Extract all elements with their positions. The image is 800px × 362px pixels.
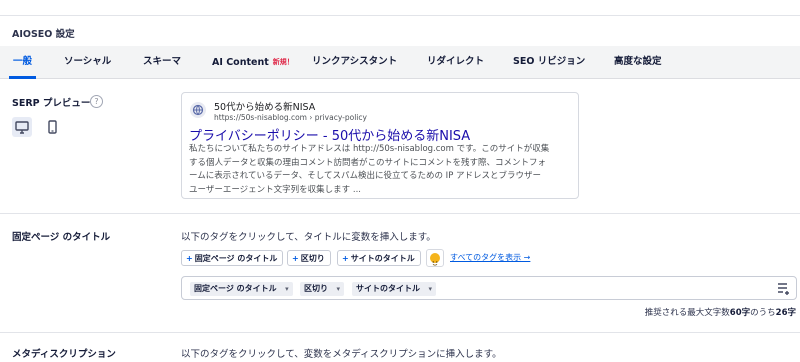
plus-icon: + xyxy=(186,254,193,263)
mobile-preview-button[interactable] xyxy=(42,117,62,137)
serp-desc-line: 私たちについて私たちのサイトアドレスは http://50s-nisablog.… xyxy=(189,144,550,154)
chevron-down-icon[interactable]: ▾ xyxy=(336,282,340,296)
serp-desc-line: ユーザーエージェント文字列を収集します ... xyxy=(189,184,361,195)
editor-tag-label: 区切り xyxy=(304,284,328,293)
mobile-icon xyxy=(48,120,57,134)
serp-preview-label: SERP プレビュー xyxy=(12,98,91,109)
tab-social[interactable]: ソーシャル xyxy=(64,46,111,78)
show-all-tags-link[interactable]: すべてのタグを表示 → xyxy=(450,252,530,263)
page-title-help: 以下のタグをクリックして、タイトルに変数を挿入します。 xyxy=(181,232,436,243)
page-title-editor[interactable]: 固定ページ のタイトル ▾ 区切り ▾ サイトのタイトル ▾ xyxy=(181,276,797,300)
list-add-icon xyxy=(778,283,789,295)
meta-description-help: 以下のタグをクリックして、変数をメタディスクリプションに挿入します。 xyxy=(181,349,502,360)
editor-tag-page-title[interactable]: 固定ページ のタイトル ▾ xyxy=(190,282,293,296)
plus-icon: + xyxy=(342,254,349,263)
desktop-preview-button[interactable] xyxy=(12,117,32,137)
chevron-down-icon[interactable]: ▾ xyxy=(285,282,289,296)
emoji-picker-button[interactable] xyxy=(426,249,444,267)
new-badge: 新規！ xyxy=(272,58,294,66)
tag-button-label: 固定ページ のタイトル xyxy=(194,254,278,263)
smiley-icon xyxy=(430,253,440,266)
desktop-icon xyxy=(15,121,29,134)
tab-ai-content[interactable]: AI Content 新規！ xyxy=(212,46,294,78)
tab-ai-content-label: AI Content xyxy=(212,57,269,68)
tab-schema[interactable]: スキーマ xyxy=(143,46,181,78)
section-divider xyxy=(0,213,800,214)
tab-general[interactable]: 一般 xyxy=(8,46,37,79)
char-counter: 推奨される最大文字数60字のうち26字 xyxy=(645,306,796,318)
tab-seo-revisions[interactable]: SEO リビジョン xyxy=(513,46,585,78)
serp-desc-line: する個人データと収集の理由コメント訪問者がこのサイトにコメントを残す際、コメント… xyxy=(189,157,547,168)
top-divider xyxy=(0,15,800,16)
tab-link-assistant[interactable]: リンクアシスタント xyxy=(312,46,397,78)
editor-tag-label: 固定ページ のタイトル xyxy=(194,284,277,293)
chevron-down-icon[interactable]: ▾ xyxy=(428,282,432,296)
serp-title: プライバシーポリシー - 50代から始める新NISA xyxy=(189,129,471,144)
editor-tag-site-title[interactable]: サイトのタイトル ▾ xyxy=(352,282,436,296)
tag-button-site-title[interactable]: + サイトのタイトル xyxy=(337,250,421,266)
question-circle-icon[interactable]: ? xyxy=(90,95,103,108)
serp-url: https://50s-nisablog.com › privacy-polic… xyxy=(214,113,367,122)
tag-button-label: サイトのタイトル xyxy=(350,254,415,263)
editor-tag-menu-button[interactable] xyxy=(774,278,794,298)
tab-redirects[interactable]: リダイレクト xyxy=(427,46,484,78)
panel-title: AIOSEO 設定 xyxy=(12,29,75,40)
settings-tabs: 一般 ソーシャル スキーマ AI Content 新規！ リンクアシスタント リダ… xyxy=(0,46,800,79)
tag-button-separator[interactable]: + 区切り xyxy=(287,250,331,266)
plus-icon: + xyxy=(292,254,299,263)
tab-advanced[interactable]: 高度な設定 xyxy=(614,46,662,78)
globe-icon xyxy=(190,102,206,118)
tag-button-label: 区切り xyxy=(300,254,325,263)
counter-prefix: 推奨される最大文字数 xyxy=(644,308,730,318)
serp-description: 私たちについて私たちのサイトアドレスは http://50s-nisablog.… xyxy=(189,143,575,197)
serp-desc-line: ームに表示されているデータ、そしてスパム検出に役立てるための IP アドレスとブ… xyxy=(189,171,542,181)
counter-max: 60字 xyxy=(729,308,751,318)
page-title-label: 固定ページ のタイトル xyxy=(12,232,111,243)
counter-mid: のうち xyxy=(750,308,776,318)
serp-preview-card: 50代から始める新NISA https://50s-nisablog.com ›… xyxy=(181,92,579,199)
editor-tag-separator[interactable]: 区切り ▾ xyxy=(300,282,344,296)
editor-tag-label: サイトのタイトル xyxy=(356,284,420,293)
section-divider xyxy=(0,332,800,333)
serp-site-name: 50代から始める新NISA xyxy=(214,102,316,113)
tag-button-page-title[interactable]: + 固定ページ のタイトル xyxy=(181,250,284,266)
counter-current: 26字 xyxy=(775,308,796,318)
meta-description-label: メタディスクリプション xyxy=(12,349,116,360)
